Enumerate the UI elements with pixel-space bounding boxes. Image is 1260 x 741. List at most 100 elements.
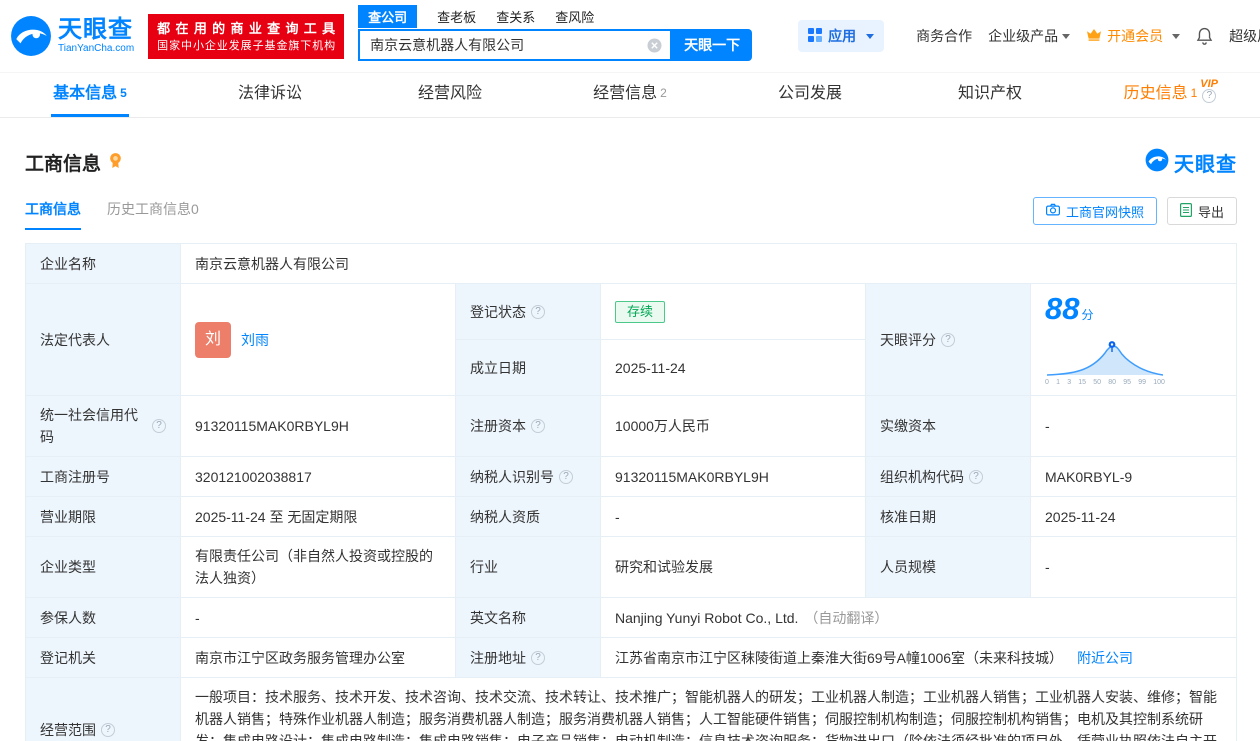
paid-capital-value: - [1031,396,1237,457]
help-icon[interactable] [559,469,573,484]
tab-intellectual-property[interactable]: 知识产权 [900,73,1080,117]
help-icon[interactable] [531,419,545,433]
business-scope-value: 一般项目：技术服务、技术开发、技术咨询、技术交流、技术转让、技术推广；智能机器人… [181,678,1237,741]
score-axis-labels: 0 1 3 15 50 80 95 99 100 [1045,379,1165,386]
notification-bell-icon[interactable] [1196,27,1213,46]
nearby-companies-link[interactable]: 附近公司 [1077,647,1133,669]
export-doc-icon [1179,202,1192,220]
subtab-history-business-info[interactable]: 历史工商信息0 [107,199,199,230]
help-icon[interactable] [941,332,955,347]
vip-badge: VIP [1200,78,1218,90]
legal-rep-value: 刘 刘雨 [181,284,456,396]
search-input[interactable] [360,37,648,53]
reg-address-label: 注册地址 [456,638,601,678]
tab-label: 经营信息 [593,85,658,102]
brand-domain: TianYanCha.com [58,43,135,54]
tianyancha-logo[interactable]: 天眼查 TianYanCha.com [10,15,134,57]
legal-rep-avatar[interactable]: 刘 [195,321,231,358]
search-row: 天眼一下 [358,29,762,61]
industry-value: 研究和试验发展 [601,537,866,598]
auto-translate-note: （自动翻译） [804,609,889,626]
tab-basic-info[interactable]: 基本信息 5 [0,73,180,117]
legal-rep-name-link[interactable]: 刘雨 [241,329,269,351]
industry-label: 行业 [456,537,601,598]
apps-menu-label: 应用 [828,28,857,44]
org-code-label: 组织机构代码 [866,457,1031,497]
tab-label: 经营风险 [417,85,482,102]
company-name-label: 企业名称 [26,244,181,284]
credit-code-value: 91320115MAK0RBYL9H [181,396,456,457]
business-term-value: 2025-11-24 至 无固定期限 [181,497,456,537]
section-title: 工商信息 [25,154,102,175]
apps-grid-icon [808,27,823,45]
help-icon[interactable] [531,650,545,665]
score-number: 88 [1045,291,1080,326]
reg-number-label: 工商注册号 [26,457,181,497]
help-icon[interactable] [531,304,545,319]
help-icon[interactable] [1202,88,1217,103]
top-header: 天眼查 TianYanCha.com 都在用的商业查询工具 国家中小企业发展子基… [0,0,1260,72]
company-type-label: 企业类型 [26,537,181,598]
reg-authority-label: 登记机关 [26,638,181,678]
taxpayer-quality-label: 纳税人资质 [456,497,601,537]
export-button[interactable]: 导出 [1166,197,1237,225]
search-tab-risk[interactable]: 查风险 [555,7,594,26]
search-tab-relation[interactable]: 查关系 [496,7,535,26]
company-type-value: 有限责任公司（非自然人投资或控股的法人独资） [181,537,456,598]
nav-open-vip-label: 开通会员 [1107,28,1164,44]
tab-count: 2 [660,86,667,100]
approval-date-value: 2025-11-24 [1031,497,1237,537]
tab-legal-proceedings[interactable]: 法律诉讼 [180,73,360,117]
subtab-business-info[interactable]: 工商信息 [25,199,81,230]
establish-date-value: 2025-11-24 [601,340,866,396]
search-button[interactable]: 天眼一下 [672,29,753,61]
brand-name: 天眼查 [58,16,133,43]
apps-menu-button[interactable]: 应用 [798,20,885,52]
reg-capital-value: 10000万人民币 [601,396,866,457]
snapshot-button[interactable]: 工商官网快照 [1032,197,1157,225]
nav-enterprise-products[interactable]: 企业级产品 [988,26,1071,46]
english-name-value: Nanjing Yunyi Robot Co., Ltd. （自动翻译） [601,598,1237,638]
help-icon[interactable] [101,723,115,737]
header-nav: 应用 商务合作 企业级产品 开通会员 超级风控 [776,20,1260,52]
org-code-value: MAK0RBYL-9 [1031,457,1237,497]
help-icon[interactable] [969,469,983,484]
nav-open-vip[interactable]: 开通会员 [1086,26,1181,46]
export-button-label: 导出 [1197,204,1224,220]
tab-history-info[interactable]: VIP 历史信息 1 [1080,73,1260,117]
staff-size-label: 人员规模 [866,537,1031,598]
business-info-table: 企业名称 南京云意机器人有限公司 法定代表人 刘 刘雨 登记状态 存续 天眼评分… [25,243,1237,741]
tab-business-info[interactable]: 经营信息 2 [540,73,720,117]
search-area: 查公司 查老板 查关系 查风险 天眼一下 [358,0,762,61]
credit-code-label: 统一社会信用代码 [26,396,181,457]
watermark-logo-icon [1145,148,1169,177]
insured-count-value: - [181,598,456,638]
insured-count-label: 参保人数 [26,598,181,638]
reg-status-value: 存续 [601,284,866,340]
tab-label: 知识产权 [957,85,1022,102]
snapshot-button-label: 工商官网快照 [1065,204,1144,220]
nav-business-cooperation[interactable]: 商务合作 [916,26,972,46]
tianyancha-watermark: 天眼查 [1145,148,1237,177]
promo-badge: 都在用的商业查询工具 国家中小企业发展子基金旗下机构 [148,13,345,59]
clear-icon[interactable] [647,38,662,53]
search-tab-company[interactable]: 查公司 [358,4,418,28]
tab-label: 公司发展 [777,85,842,102]
tab-operational-risk[interactable]: 经营风险 [360,73,540,117]
chevron-down-icon [1172,33,1181,39]
tyc-score-value: 88 分 0 1 3 15 50 80 95 99 100 [1031,284,1237,396]
tab-company-development[interactable]: 公司发展 [720,73,900,117]
reg-capital-label: 注册资本 [456,396,601,457]
main-tab-bar: 基本信息 5 法律诉讼 经营风险 经营信息 2 公司发展 知识产权 VIP 历史信息… [0,72,1260,118]
english-name-label: 英文名称 [456,598,601,638]
business-term-label: 营业期限 [26,497,181,537]
nav-super-risk[interactable]: 超级风控 [1229,26,1260,46]
search-tab-boss[interactable]: 查老板 [437,7,476,26]
taxpayer-quality-value: - [601,497,866,537]
taxpayer-id-value: 91320115MAK0RBYL9H [601,457,866,497]
business-scope-label: 经营范围 [26,678,181,741]
help-icon[interactable] [152,419,166,433]
logo-text: 天眼查 TianYanCha.com [58,17,134,55]
nav-enterprise-products-label: 企业级产品 [988,28,1059,44]
tyc-score-label: 天眼评分 [866,284,1031,396]
